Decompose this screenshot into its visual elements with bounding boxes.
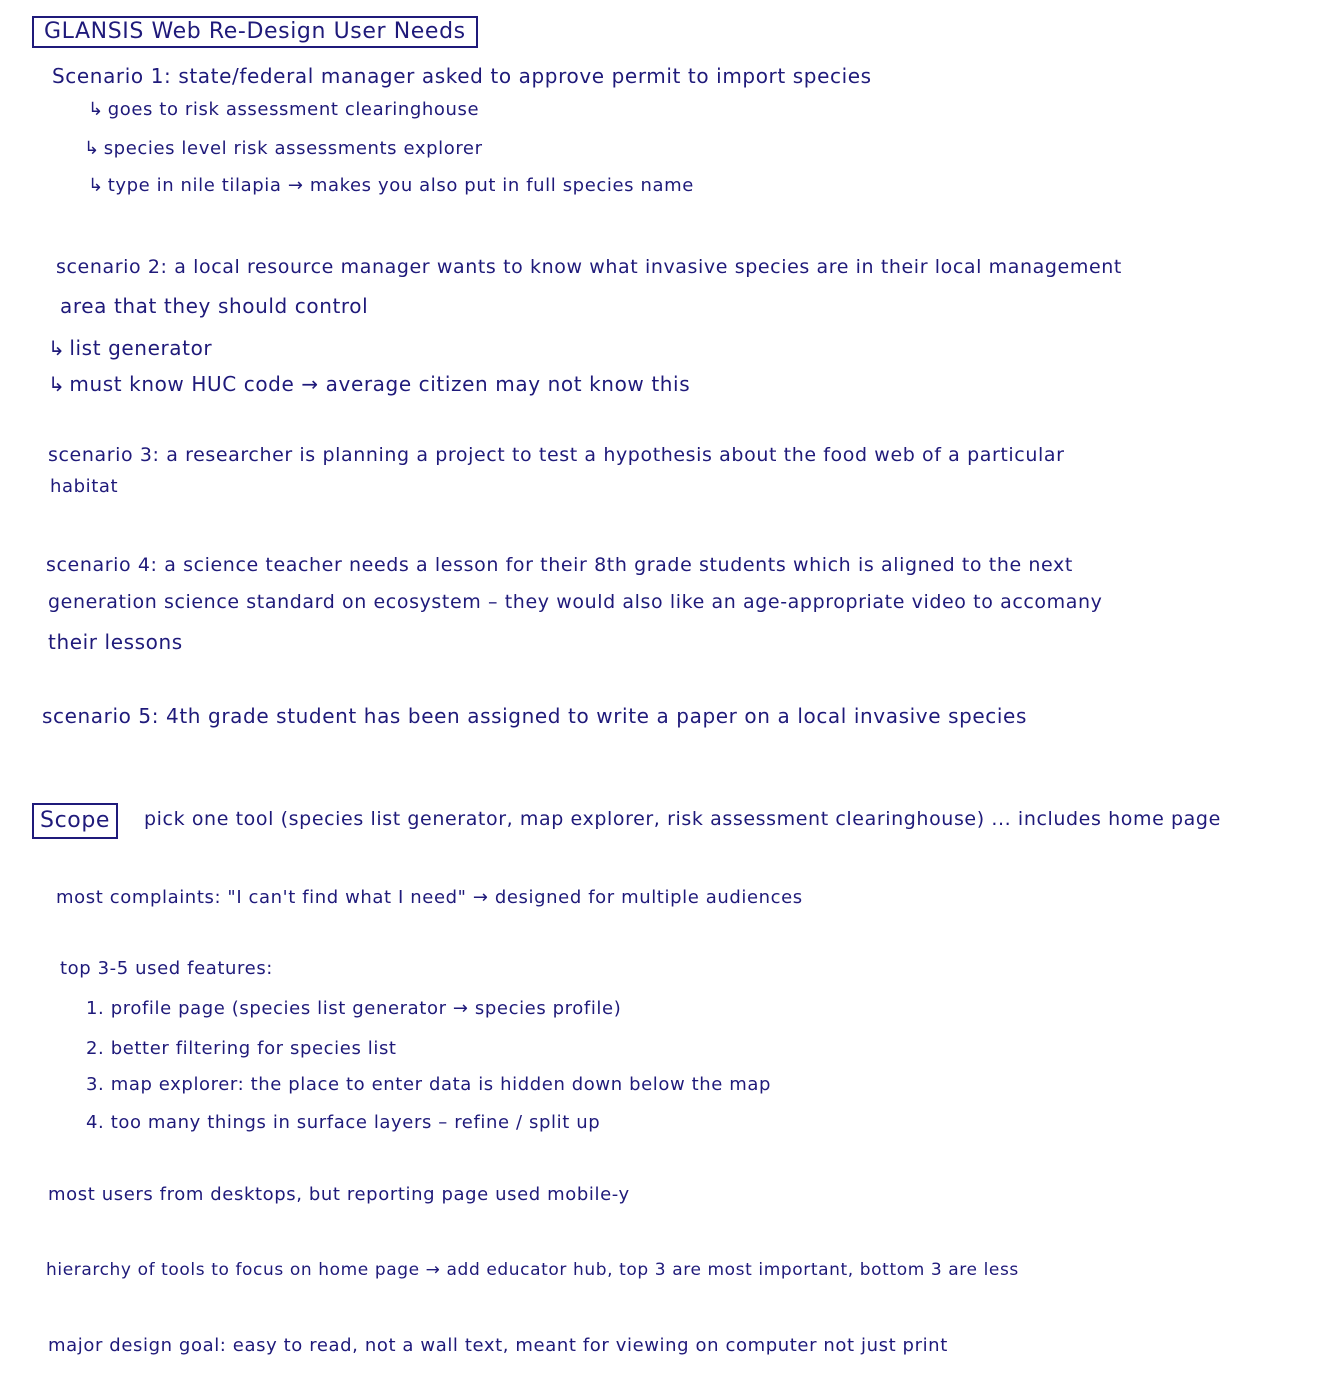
scenario-1-step: ↳ goes to risk assessment clearinghouse — [88, 99, 480, 120]
scenario-2-step: ↳ list generator — [48, 336, 213, 360]
sub-arrow-icon: ↳ — [48, 336, 66, 360]
scenario-3-line: habitat — [50, 476, 119, 497]
scenario-4-line: scenario 4: a science teacher needs a le… — [46, 554, 1073, 576]
note-line: most users from desktops, but reporting … — [48, 1184, 630, 1205]
complaints-line: most complaints: "I can't find what I ne… — [56, 887, 803, 908]
scope-label: Scope — [32, 803, 119, 839]
scenario-4-line: generation science standard on ecosystem… — [48, 591, 1103, 613]
feature-item: 3. map explorer: the place to enter data… — [86, 1074, 772, 1095]
sub-arrow-icon: ↳ — [48, 372, 66, 396]
sub-arrow-icon: ↳ — [88, 99, 104, 120]
features-heading: top 3-5 used features: — [60, 958, 273, 979]
scenario-1-step: ↳ type in nile tilapia → makes you also p… — [88, 175, 694, 196]
note-line: hierarchy of tools to focus on home page… — [46, 1260, 1019, 1280]
scenario-4-line: their lessons — [48, 630, 183, 654]
sub-arrow-icon: ↳ — [88, 175, 104, 196]
feature-item: 1. profile page (species list generator … — [86, 998, 622, 1019]
page-title: GLANSIS Web Re-Design User Needs — [32, 16, 478, 48]
scenario-2-line: area that they should control — [60, 294, 369, 318]
feature-item: 2. better filtering for species list — [86, 1038, 397, 1059]
scenario-3-line: scenario 3: a researcher is planning a p… — [48, 444, 1065, 466]
notes-page: GLANSIS Web Re-Design User Needs Scenari… — [0, 0, 1324, 1387]
scenario-5-line: scenario 5: 4th grade student has been a… — [42, 704, 1027, 728]
scope-text: pick one tool (species list generator, m… — [144, 808, 1221, 830]
sub-arrow-icon: ↳ — [84, 138, 100, 159]
scenario-2-step: ↳ must know HUC code → average citizen ma… — [48, 372, 691, 396]
scenario-1-line: Scenario 1: state/federal manager asked … — [52, 64, 872, 88]
scenario-1-step: ↳ species level risk assessments explorer — [84, 138, 483, 159]
feature-item: 4. too many things in surface layers – r… — [86, 1112, 601, 1133]
note-line: major design goal: easy to read, not a w… — [48, 1335, 948, 1356]
scenario-2-line: scenario 2: a local resource manager wan… — [56, 256, 1122, 278]
